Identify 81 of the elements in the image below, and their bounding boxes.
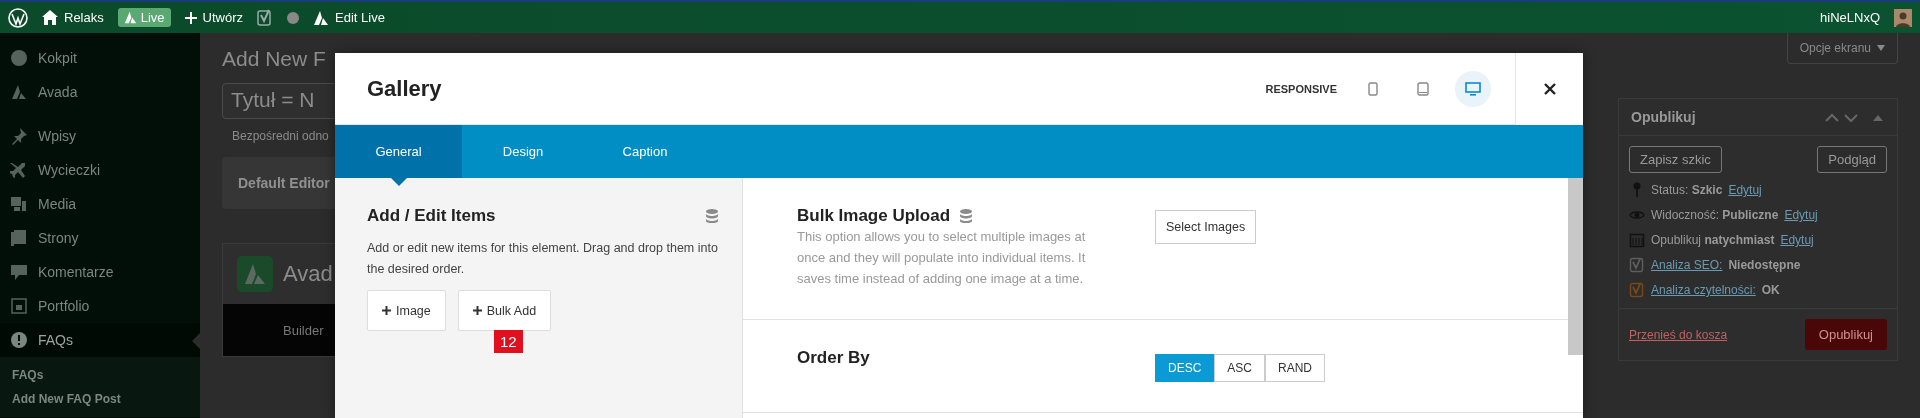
trash-link[interactable]: Przenieś do kosza [1629, 327, 1728, 342]
submenu-item[interactable]: Add New FAQ Post [0, 387, 200, 411]
avatar-icon[interactable] [1894, 8, 1912, 27]
option-description: This option allows you to select multiple images at once and they will populate into individual items. It saves time instead of adding one image at a time. [797, 228, 1087, 288]
add-button[interactable]: Bulk Add [457, 290, 552, 331]
sidebar-item[interactable]: Wycieczki [0, 153, 200, 187]
avada-logo-icon [237, 256, 273, 292]
edit-link[interactable]: Analiza SEO: [1651, 258, 1723, 272]
gauge-icon [10, 49, 28, 67]
desktop-icon[interactable] [1455, 70, 1491, 107]
edit-link[interactable]: Edytuj [1784, 208, 1818, 222]
avada-icon [10, 83, 28, 101]
panel-title: Add / Edit Items [367, 206, 496, 226]
responsive-label: RESPONSIVE [1265, 82, 1337, 95]
edit-live-link[interactable]: Edit Live [313, 9, 385, 26]
plus-icon [184, 11, 197, 24]
edit-link[interactable]: Edytuj [1780, 233, 1814, 247]
plus-icon [382, 306, 391, 315]
number-badge: 12 [494, 330, 523, 353]
sidebar-item[interactable]: Kokpit [0, 41, 200, 75]
permalink-text: Bezpośredni odno [231, 129, 330, 143]
option-title: Order By [797, 348, 870, 368]
avada-logo-icon [313, 9, 330, 26]
status-dot-icon [287, 11, 300, 24]
edit-link[interactable]: Edytuj [1728, 183, 1762, 197]
pushpin-icon [10, 127, 28, 145]
sidebar-item[interactable]: Strony [0, 221, 200, 255]
portfolio-icon [10, 297, 28, 315]
speech-bubble-icon [10, 263, 28, 281]
status-text: Opublikuj natychmiast [1651, 233, 1775, 247]
status-text: Widoczność: Publiczne [1651, 208, 1779, 222]
site-link[interactable]: Relaks [42, 10, 104, 25]
publish-button[interactable]: Opublikuj [1804, 319, 1887, 350]
panel-arrows-icon[interactable] [1825, 111, 1885, 123]
wordpress-logo-icon[interactable] [8, 7, 28, 28]
user-name[interactable]: hiNeLNxQ [1820, 10, 1880, 25]
home-icon [42, 10, 58, 25]
pages-icon [10, 229, 28, 247]
order-option[interactable]: DESC [1155, 354, 1215, 382]
panel-description: Add or edit new items for this element. Drag and drop them into the desired order. [367, 240, 718, 278]
option-title: Bulk Image Upload [797, 206, 951, 226]
save-draft-button[interactable]: Zapisz szkic [1629, 146, 1722, 173]
sidebar-item[interactable]: Komentarze [0, 255, 200, 289]
airplane-icon [10, 161, 28, 179]
page-heading: Add New F [222, 47, 327, 71]
scrollbar-thumb[interactable] [1568, 178, 1583, 355]
tab[interactable]: Design [462, 125, 584, 178]
avada-logo-icon [123, 11, 137, 24]
screen-options-button[interactable]: Opcje ekranu [1786, 33, 1898, 64]
status-text: OK [1761, 283, 1780, 297]
close-icon [1543, 82, 1556, 95]
edit-link[interactable]: Analiza czytelności: [1651, 283, 1756, 297]
database-icon [706, 209, 718, 223]
exclamation-icon [10, 331, 28, 349]
calendar-icon [1629, 232, 1645, 248]
sidebar-item[interactable]: Avada [0, 75, 200, 109]
status-text: Niedostępne [1728, 258, 1801, 272]
yoast-icon[interactable] [257, 8, 274, 27]
dialog-title: Gallery [367, 75, 443, 102]
tab[interactable]: Caption [584, 125, 706, 178]
builder-tab[interactable]: Builder [283, 322, 324, 338]
sidebar-item[interactable]: Portfolio [0, 289, 200, 323]
sidebar-item[interactable]: Media [0, 187, 200, 221]
media-icon [10, 195, 28, 213]
create-link[interactable]: Utwórz [184, 10, 244, 25]
live-button[interactable]: Live [117, 8, 171, 27]
add-button[interactable]: Image [367, 290, 446, 331]
order-option[interactable]: ASC [1214, 354, 1266, 382]
select-images-button[interactable]: Select Images [1155, 210, 1257, 244]
submenu-item[interactable]: FAQs [0, 363, 200, 387]
panel-title: Opublikuj [1631, 109, 1696, 125]
caret-icon [1877, 45, 1885, 51]
status-text: Status: Szkic [1651, 183, 1723, 197]
database-icon [960, 209, 973, 223]
plus-icon [472, 306, 482, 315]
preview-button[interactable]: Podgląd [1817, 146, 1887, 173]
builder-title: Avad [283, 261, 333, 287]
sidebar-item[interactable]: Wpisy [0, 119, 200, 153]
sidebar-item[interactable]: FAQs [0, 323, 200, 357]
order-option[interactable]: RAND [1265, 354, 1326, 382]
close-button[interactable] [1515, 52, 1583, 125]
